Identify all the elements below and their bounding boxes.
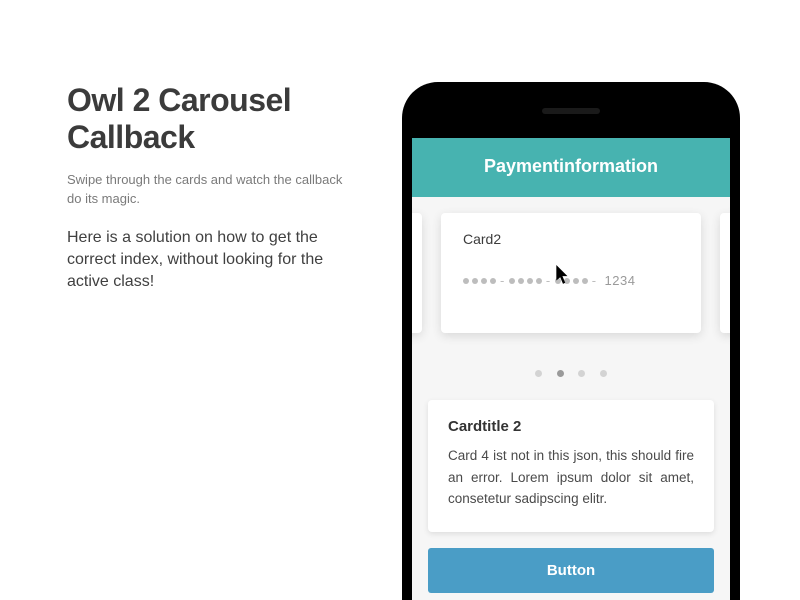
card-number-last4: 1234 — [605, 273, 636, 288]
primary-button[interactable]: Button — [428, 548, 714, 593]
page-title: Owl 2 Carousel Callback — [67, 82, 347, 156]
page-solution-text: Here is a solution on how to get the cor… — [67, 227, 347, 294]
carousel-slide-active[interactable]: Card2 - - - 1234 — [441, 213, 701, 333]
intro-column: Owl 2 Carousel Callback Swipe through th… — [67, 82, 347, 294]
carousel-dot-active[interactable] — [557, 370, 564, 377]
phone-frame: Paymentinformation Card2 - - - 1234 — [402, 82, 740, 600]
app-header: Paymentinformation — [412, 138, 730, 197]
info-card-body: Card 4 ist not in this json, this should… — [448, 445, 694, 510]
carousel-dot[interactable] — [600, 370, 607, 377]
carousel-dots — [412, 364, 730, 382]
carousel-dot[interactable] — [578, 370, 585, 377]
carousel-slide-prev[interactable] — [412, 213, 422, 333]
info-card: Cardtitle 2 Card 4 ist not in this json,… — [428, 400, 714, 532]
page: Owl 2 Carousel Callback Swipe through th… — [0, 0, 800, 600]
app-header-title: Paymentinformation — [484, 156, 658, 176]
carousel-dot[interactable] — [535, 370, 542, 377]
carousel-slide-next[interactable] — [720, 213, 730, 333]
info-card-title: Cardtitle 2 — [448, 418, 694, 435]
carousel[interactable]: Card2 - - - 1234 — [412, 197, 730, 352]
phone-screen: Paymentinformation Card2 - - - 1234 — [412, 138, 730, 600]
card-number-masked: - - - 1234 — [463, 273, 679, 288]
page-subtitle: Swipe through the cards and watch the ca… — [67, 170, 347, 209]
primary-button-label: Button — [547, 562, 595, 579]
phone-speaker — [542, 108, 600, 114]
carousel-slide-title: Card2 — [463, 231, 679, 247]
